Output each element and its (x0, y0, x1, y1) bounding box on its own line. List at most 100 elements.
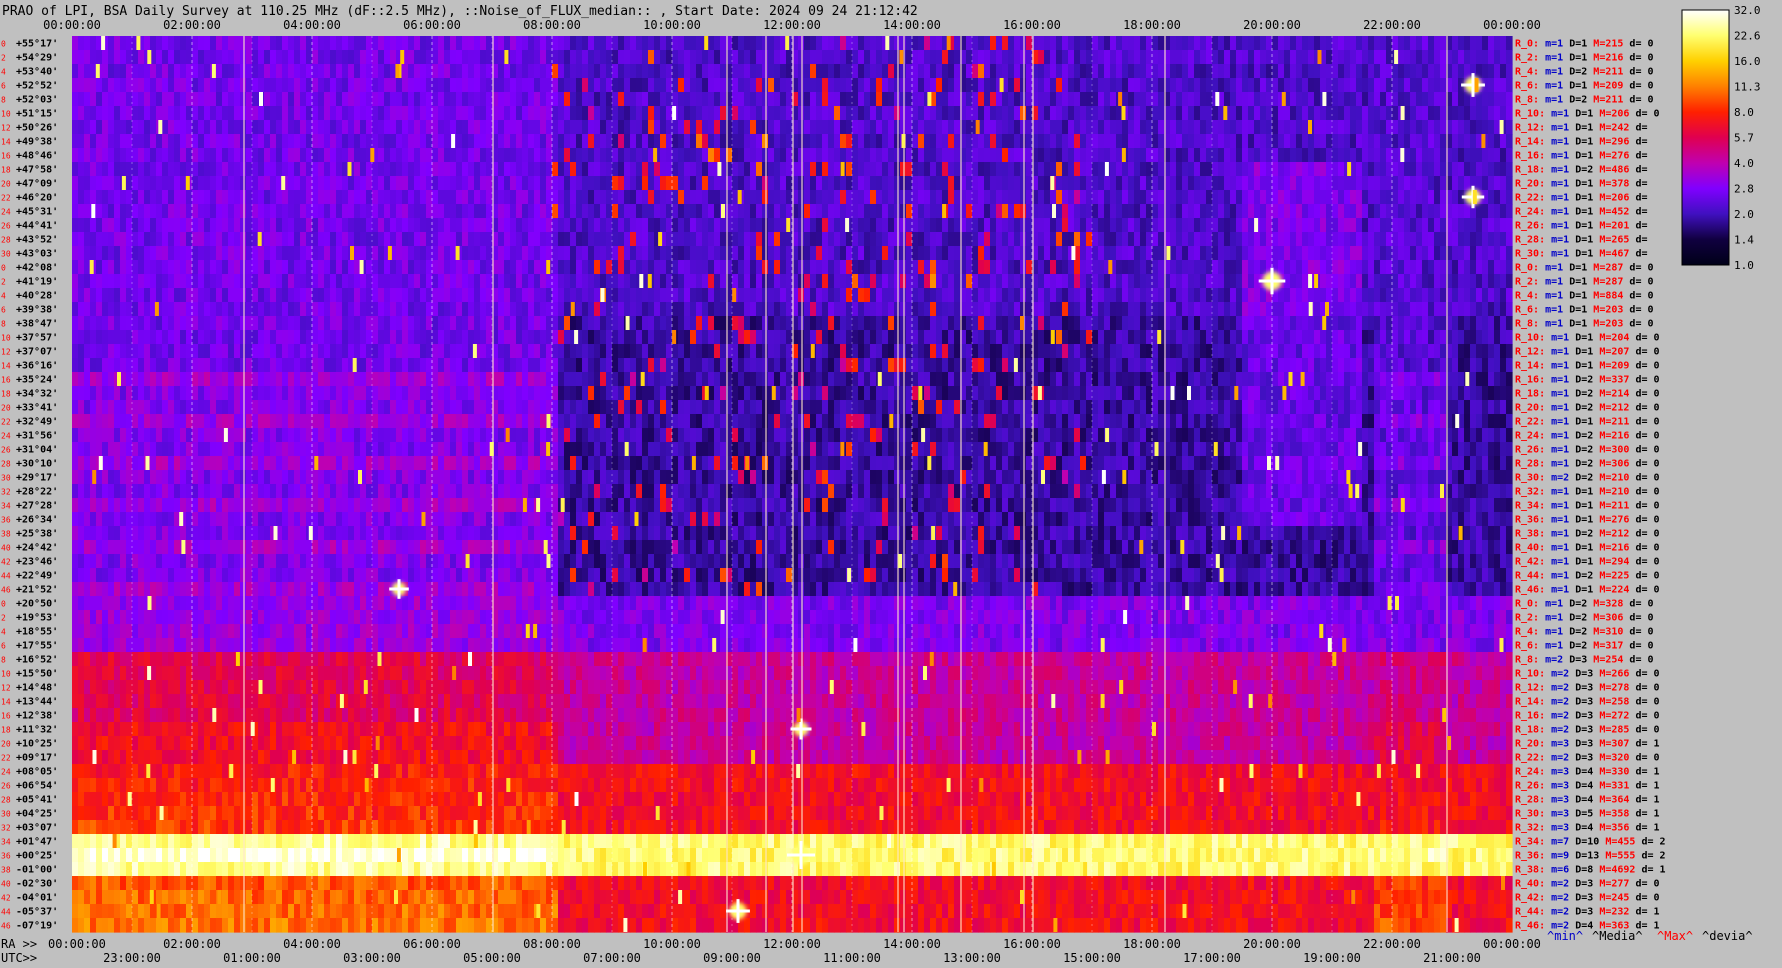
heatmap-cell (1212, 204, 1219, 219)
heatmap-cell (516, 288, 523, 303)
heatmap-cell (1134, 64, 1141, 79)
heatmap-cell (1296, 246, 1303, 261)
heatmap-cell (1104, 190, 1111, 205)
heatmap-cell (360, 190, 367, 205)
heatmap-cell (948, 246, 955, 261)
heatmap-cell (1062, 260, 1069, 275)
heatmap-cell (156, 260, 163, 275)
heatmap-cell (768, 176, 775, 191)
heatmap-cell (1260, 148, 1267, 163)
heatmap-cell (618, 316, 625, 331)
heatmap-cell (102, 106, 109, 121)
heatmap-cell (1506, 120, 1513, 135)
heatmap-cell (270, 218, 277, 233)
heatmap-cell (1362, 302, 1369, 317)
heatmap-cell (432, 232, 439, 247)
heatmap-cell (1434, 246, 1441, 261)
heatmap-cell (1050, 50, 1057, 65)
heatmap-cell (1074, 50, 1081, 65)
heatmap-cell (216, 78, 223, 93)
heatmap-cell (720, 302, 727, 317)
heatmap-cell (564, 64, 571, 79)
heatmap-cell (390, 36, 397, 51)
heatmap-cell (126, 218, 133, 233)
heatmap-cell (414, 288, 421, 303)
heatmap-cell (954, 36, 961, 51)
heatmap-cell (630, 50, 637, 65)
heatmap-cell (90, 148, 97, 163)
heatmap-cell (72, 246, 79, 261)
heatmap-cell (1014, 246, 1021, 261)
heatmap-cell (1098, 218, 1105, 233)
heatmap-cell (522, 106, 529, 121)
heatmap-cell (162, 218, 169, 233)
heatmap-cell (678, 246, 685, 261)
heatmap-cell (1296, 134, 1303, 149)
heatmap-cell (1434, 190, 1441, 205)
heatmap-cell (1074, 64, 1081, 79)
heatmap-cell (1416, 232, 1423, 247)
heatmap-cell (552, 288, 559, 303)
heatmap-cell (756, 204, 763, 219)
heatmap-cell (1320, 246, 1327, 261)
heatmap-cell (1116, 274, 1123, 289)
heatmap-cell (1236, 78, 1243, 93)
heatmap-cell (1038, 134, 1045, 149)
heatmap-cell (1110, 106, 1117, 121)
heatmap-cell (1362, 246, 1369, 261)
heatmap-cell (408, 106, 415, 121)
heatmap-cell (1356, 218, 1363, 233)
heatmap-cell (234, 36, 241, 51)
heatmap-cell (732, 36, 739, 51)
heatmap-cell (660, 302, 667, 317)
heatmap-cell (912, 106, 919, 121)
heatmap-cell (108, 120, 115, 135)
heatmap-cell (930, 218, 937, 233)
heatmap-cell (354, 232, 361, 247)
heatmap-cell (534, 120, 541, 135)
heatmap-cell (1374, 176, 1381, 191)
heatmap-cell (204, 92, 211, 107)
heatmap-cell (312, 162, 319, 177)
heatmap-cell (1050, 218, 1057, 233)
heatmap-cell (420, 120, 427, 135)
heatmap-cell (210, 50, 217, 65)
heatmap-cell (1278, 50, 1285, 65)
heatmap-cell (204, 78, 211, 93)
heatmap-cell (1062, 176, 1069, 191)
heatmap-cell (1158, 176, 1165, 191)
heatmap-cell (330, 50, 337, 65)
heatmap-cell (810, 64, 817, 79)
heatmap-cell (324, 64, 331, 79)
heatmap-cell (1038, 232, 1045, 247)
heatmap-cell (336, 134, 343, 149)
heatmap-cell (696, 190, 703, 205)
heatmap-cell (408, 204, 415, 219)
heatmap-cell (300, 302, 307, 317)
heatmap-cell (432, 64, 439, 79)
heatmap-cell (630, 302, 637, 317)
heatmap-cell (660, 246, 667, 261)
heatmap-cell (1236, 190, 1243, 205)
heatmap-cell (1050, 288, 1057, 303)
heatmap-cell (408, 92, 415, 107)
heatmap-cell (876, 120, 883, 135)
heatmap-cell (372, 274, 379, 289)
heatmap-cell (432, 204, 439, 219)
heatmap-cell (1398, 134, 1405, 149)
heatmap-cell (480, 246, 487, 261)
heatmap-cell (852, 176, 859, 191)
heatmap-cell (174, 302, 181, 317)
heatmap-cell (1002, 274, 1009, 289)
heatmap-cell (1062, 64, 1069, 79)
heatmap-cell (1440, 64, 1447, 79)
heatmap-cell (222, 204, 229, 219)
heatmap-cell (690, 162, 697, 177)
heatmap-cell (1320, 148, 1327, 163)
heatmap-cell (432, 288, 439, 303)
heatmap-cell (612, 92, 619, 107)
heatmap-cell (942, 50, 949, 65)
heatmap-cell (756, 36, 763, 51)
heatmap-cell (1110, 36, 1117, 51)
heatmap-cell (720, 120, 727, 135)
